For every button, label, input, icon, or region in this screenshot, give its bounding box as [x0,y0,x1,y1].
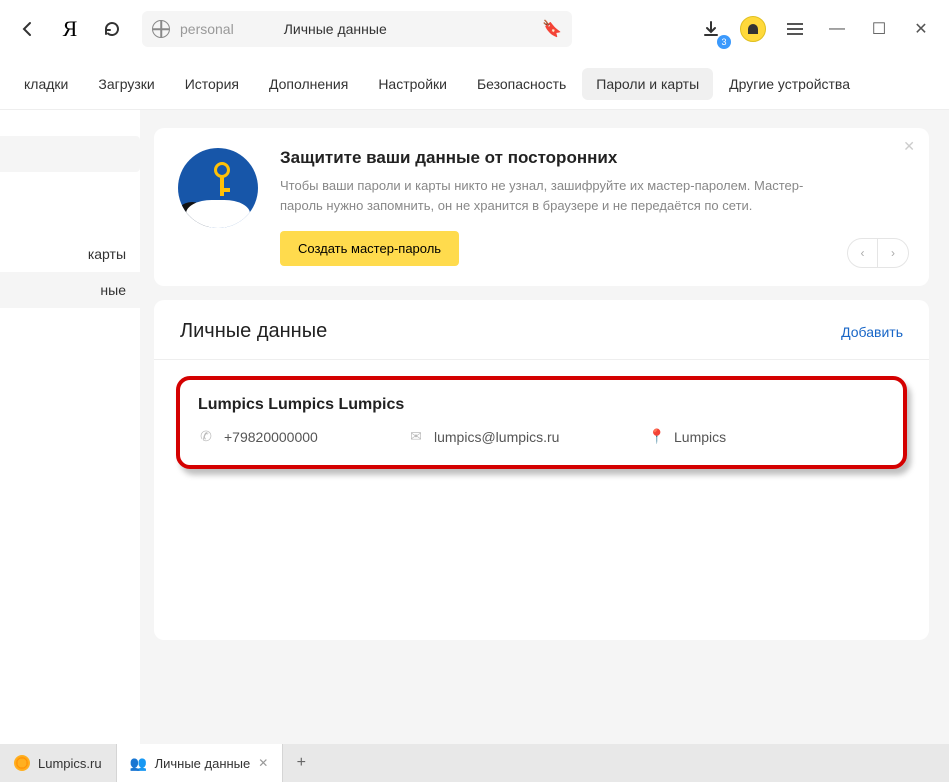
content: ✕ Защитите ваши данные от посторонних Чт… [140,110,949,744]
create-master-password-button[interactable]: Создать мастер-пароль [280,231,459,266]
omnibox-prefix: personal [180,21,234,37]
banner-prev-icon[interactable]: ‹ [848,239,878,267]
nav-settings[interactable]: Настройки [364,68,461,100]
favicon-personal: 👥 [131,755,147,771]
banner-title: Защитите ваши данные от посторонних [280,148,905,168]
banner-close-icon[interactable]: ✕ [903,138,915,155]
nav-security[interactable]: Безопасность [463,68,580,100]
downloads-badge: 3 [717,35,731,49]
nav-tabs[interactable]: кладки [10,68,82,100]
tab-label: Личные данные [155,756,251,771]
reload-button[interactable] [94,11,130,47]
banner-description: Чтобы ваши пароли и карты никто не узнал… [280,176,840,215]
menu-button[interactable] [777,11,813,47]
personal-data-card: Личные данные Добавить Lumpics Lumpics L… [154,300,929,640]
tab-bar: Lumpics.ru 👥 Личные данные ✕ + [0,744,949,782]
add-link[interactable]: Добавить [841,324,903,340]
entry-address: 📍 Lumpics [648,428,885,445]
entry-email-value: lumpics@lumpics.ru [434,429,559,445]
entry-phone-value: +79820000000 [224,429,318,445]
downloads-button[interactable]: 3 [693,11,729,47]
window-close-button[interactable]: ✕ [903,11,939,47]
master-password-banner: ✕ Защитите ваши данные от посторонних Чт… [154,128,929,286]
yandex-home-button[interactable]: Я [52,11,88,47]
mail-icon: ✉ [408,428,424,445]
nav-history[interactable]: История [171,68,253,100]
browser-toolbar: Я personal Личные данные 🔖 3 — ☐ ✕ [0,0,949,58]
entry-email: ✉ lumpics@lumpics.ru [408,428,638,445]
phone-icon: ✆ [198,428,214,445]
location-icon: 📍 [648,428,664,445]
new-tab-button[interactable]: + [283,744,319,782]
back-button[interactable] [10,11,46,47]
sidebar-placeholder [0,136,140,172]
bookmark-icon[interactable]: 🔖 [542,19,562,39]
sidebar-item-personal[interactable]: ные [0,272,140,308]
window-maximize-button[interactable]: ☐ [861,11,897,47]
omnibox[interactable]: personal Личные данные 🔖 [142,11,572,47]
sidebar-item-cards[interactable]: карты [0,236,140,272]
nav-other-devices[interactable]: Другие устройства [715,68,864,100]
tab-lumpics[interactable]: Lumpics.ru [0,744,117,782]
profile-avatar[interactable] [735,11,771,47]
personal-data-entry[interactable]: Lumpics Lumpics Lumpics ✆ +79820000000 ✉… [176,376,907,469]
entry-phone: ✆ +79820000000 [198,428,398,445]
card-title: Личные данные [180,320,327,343]
banner-pager: ‹ › [847,238,909,268]
entry-address-value: Lumpics [674,429,726,445]
tab-label: Lumpics.ru [38,756,102,771]
tab-close-icon[interactable]: ✕ [258,756,268,770]
banner-illustration [178,148,258,228]
window-minimize-button[interactable]: — [819,11,855,47]
nav-passwords[interactable]: Пароли и карты [582,68,713,100]
tab-personal-data[interactable]: 👥 Личные данные ✕ [117,744,284,782]
nav-downloads[interactable]: Загрузки [84,68,168,100]
entry-name: Lumpics Lumpics Lumpics [198,396,885,414]
banner-next-icon[interactable]: › [878,239,908,267]
settings-nav: кладки Загрузки История Дополнения Настр… [0,58,949,110]
omnibox-title: Личные данные [284,21,387,37]
favicon-lumpics [14,755,30,771]
sidebar: карты ные [0,110,140,744]
nav-addons[interactable]: Дополнения [255,68,362,100]
globe-icon [152,20,170,38]
main-area: карты ные ✕ Защитите ваши данные от пост… [0,110,949,744]
